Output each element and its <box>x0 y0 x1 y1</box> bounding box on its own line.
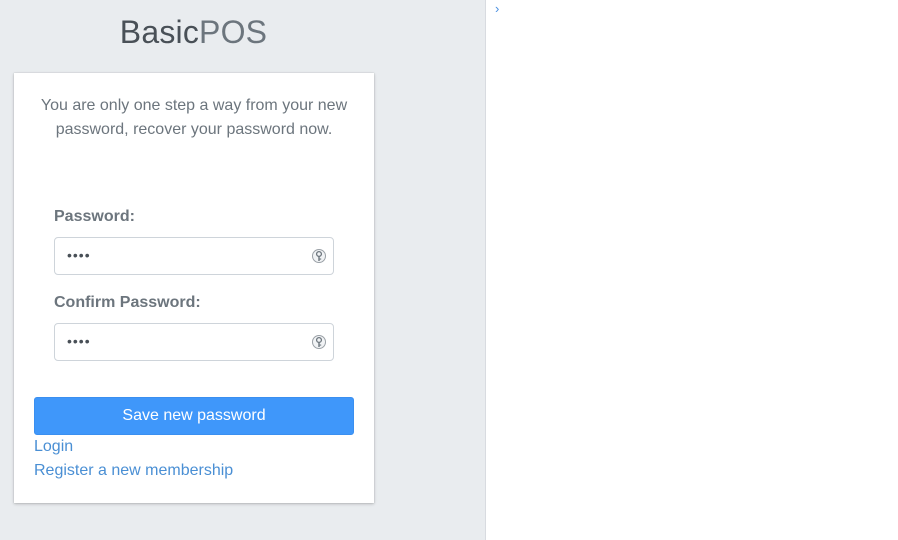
key-icon[interactable] <box>311 248 327 264</box>
recover-password-card: You are only one step a way from your ne… <box>14 73 374 503</box>
password-field[interactable]: •••• <box>54 237 334 275</box>
password-label: Password: <box>54 208 135 225</box>
register-membership-link[interactable]: Register a new membership <box>34 462 233 480</box>
password-value: •••• <box>67 247 91 263</box>
confirm-password-field[interactable]: •••• <box>54 323 334 361</box>
login-link[interactable]: Login <box>34 438 73 456</box>
logo-bold: Basic <box>119 14 200 50</box>
login-pane: BasicPOS You are only one step a way fro… <box>0 0 486 540</box>
confirm-password-label: Confirm Password: <box>54 294 201 311</box>
chevron-right-icon[interactable]: › <box>495 1 499 16</box>
confirm-password-value: •••• <box>67 333 91 349</box>
logo-light: POS <box>199 14 268 50</box>
save-new-password-button[interactable]: Save new password <box>34 397 354 435</box>
key-icon[interactable] <box>311 334 327 350</box>
page: BasicPOS You are only one step a way fro… <box>0 0 898 540</box>
login-box-message: You are only one step a way from your ne… <box>40 97 348 138</box>
app-logo[interactable]: BasicPOS <box>0 14 387 51</box>
